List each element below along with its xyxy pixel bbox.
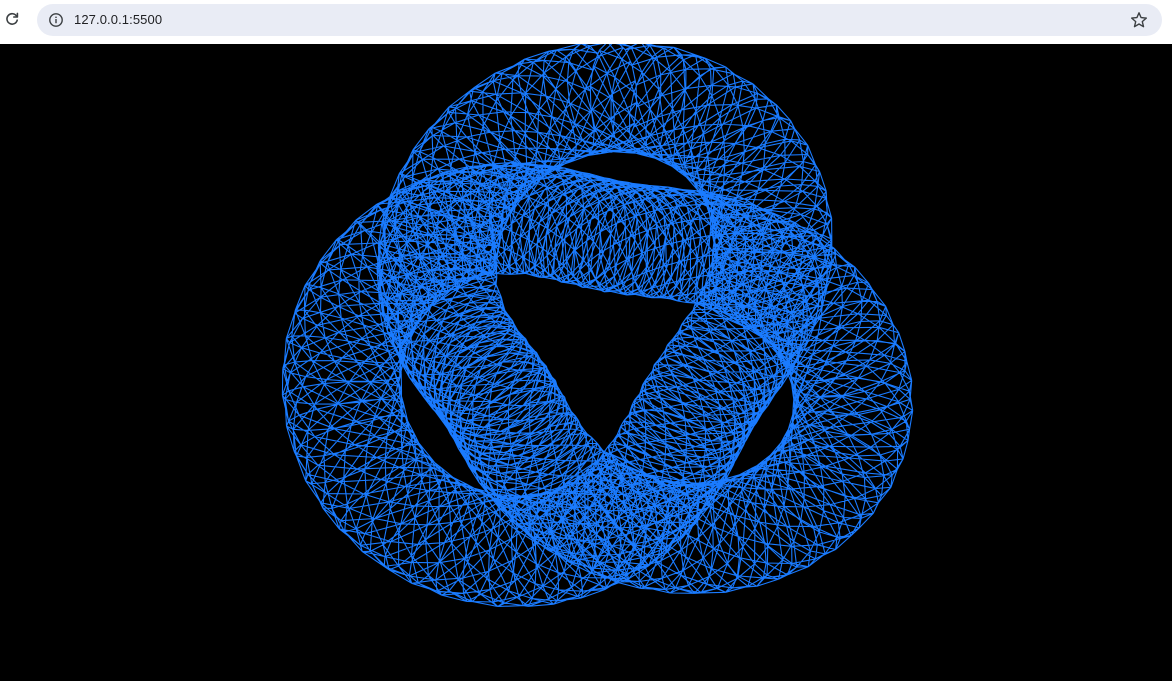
reload-button[interactable]: [1, 7, 23, 31]
site-info-button[interactable]: [45, 9, 67, 31]
mesh-edges: [281, 44, 914, 608]
bookmark-button[interactable]: [1128, 9, 1150, 31]
browser-toolbar: 127.0.0.1:5500: [0, 0, 1172, 44]
url-text[interactable]: 127.0.0.1:5500: [74, 4, 162, 36]
wireframe-mesh: [281, 44, 914, 608]
reload-icon: [6, 12, 19, 25]
address-bar[interactable]: 127.0.0.1:5500: [37, 4, 1162, 36]
torus-knot-wireframe: [281, 44, 914, 608]
info-icon: [49, 13, 63, 27]
star-icon: [1131, 12, 1147, 28]
webgl-canvas[interactable]: [0, 44, 1172, 681]
